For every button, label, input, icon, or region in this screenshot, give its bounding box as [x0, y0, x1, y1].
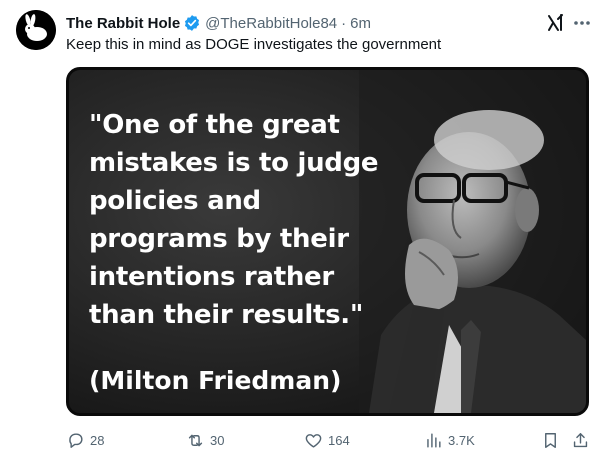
grok-icon[interactable] [545, 12, 567, 34]
tweet-text: Keep this in mind as DOGE investigates t… [66, 36, 442, 53]
quote-text: "One of the great mistakes is to judge p… [89, 110, 379, 330]
repost-button[interactable]: 30 [186, 428, 224, 452]
quote-attribution: (Milton Friedman) [89, 366, 342, 395]
tweet-image[interactable]: "One of the great mistakes is to judge p… [66, 67, 589, 416]
more-icon[interactable] [571, 12, 593, 34]
display-name[interactable]: The Rabbit Hole [66, 15, 180, 32]
views-button[interactable]: 3.7K [424, 428, 475, 452]
like-count: 164 [328, 432, 350, 448]
share-icon [573, 432, 588, 447]
rabbit-logo-icon [16, 10, 56, 50]
reply-count: 28 [90, 432, 105, 448]
reply-button[interactable]: 28 [66, 428, 104, 452]
bookmark-button[interactable] [541, 428, 560, 452]
views-icon [427, 432, 441, 448]
verified-badge-icon [185, 15, 200, 31]
reply-icon [69, 432, 83, 448]
timestamp[interactable]: 6m [350, 15, 371, 32]
share-button[interactable] [571, 428, 590, 452]
handle[interactable]: @TheRabbitHole84 [205, 15, 337, 32]
bookmark-icon [545, 432, 556, 448]
repost-count: 30 [210, 432, 225, 448]
tweet[interactable]: The Rabbit Hole @TheRabbitHole84 · 6m Ke… [0, 0, 609, 462]
tweet-header: The Rabbit Hole @TheRabbitHole84 · 6m [66, 12, 371, 34]
separator-dot: · [341, 14, 347, 32]
repost-icon [188, 434, 203, 446]
avatar[interactable] [16, 10, 56, 50]
heart-icon [305, 433, 322, 448]
views-count: 3.7K [448, 432, 475, 448]
action-bar: 28 30 164 3.7K [0, 424, 609, 456]
like-button[interactable]: 164 [304, 428, 350, 452]
